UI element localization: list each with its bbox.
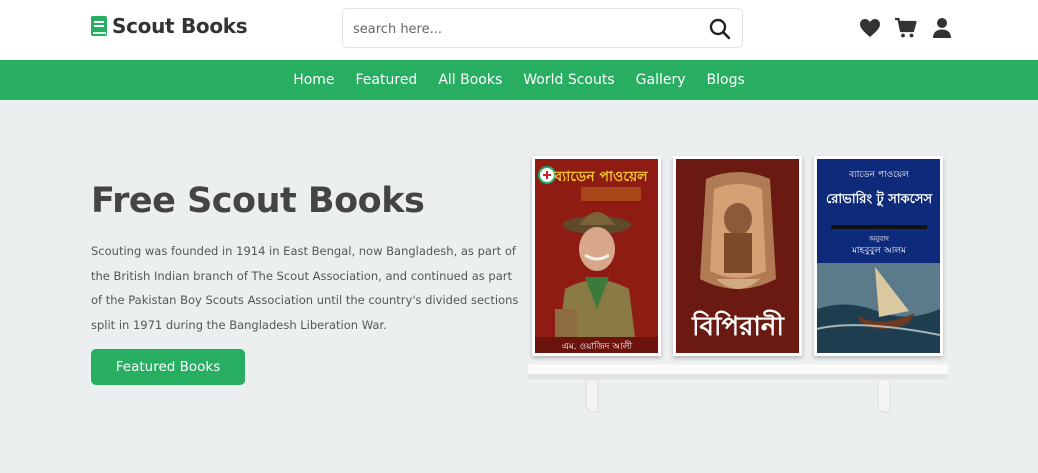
book-1-author: এম. ওয়াজিদ আলী <box>562 340 633 352</box>
nav-gallery[interactable]: Gallery <box>636 72 686 88</box>
logo[interactable]: Scout Books <box>90 14 248 38</box>
book-2-title: বিপিরানী <box>691 309 785 342</box>
search-input[interactable] <box>353 18 693 40</box>
search-icon[interactable] <box>708 17 732 41</box>
hero-title: Free Scout Books <box>91 181 425 221</box>
book-3-title: রোভারিং টু সাকসেস <box>826 190 934 207</box>
logo-text: Scout Books <box>112 14 248 38</box>
book-3-translator-label: অনুবাদ <box>868 235 889 243</box>
header-icons <box>858 16 954 40</box>
shelf-graphic <box>528 364 948 413</box>
book-cover-1[interactable]: ব্যাডেন পাওয়েল এম. ওয়াজিদ আলী <box>532 156 661 356</box>
book-3-top-line: ব্যাডেন পাওয়েল <box>848 170 909 180</box>
main-nav: Home Featured All Books World Scouts Gal… <box>0 60 1038 100</box>
nav-world-scouts[interactable]: World Scouts <box>523 72 614 88</box>
hero-description: Scouting was founded in 1914 in East Ben… <box>91 244 519 332</box>
book-shelf-display: ব্যাডেন পাওয়েল এম. ওয়াজিদ আলী বিপিরানী <box>528 150 948 420</box>
nav-featured[interactable]: Featured <box>356 72 418 88</box>
book-1-title-line1: ব্যাডেন পাওয়েল <box>553 169 648 185</box>
nav-home[interactable]: Home <box>293 72 334 88</box>
book-cover-2-art: বিপিরানী <box>676 159 799 353</box>
book-3-translator: মাহবুবুল আলম <box>851 246 907 256</box>
nav-blogs[interactable]: Blogs <box>707 72 745 88</box>
search-form <box>342 8 743 48</box>
top-header: Scout Books <box>0 0 1038 60</box>
book-cover-2[interactable]: বিপিরানী <box>673 156 802 356</box>
book-cover-1-art: ব্যাডেন পাওয়েল এম. ওয়াজিদ আলী <box>535 159 658 353</box>
featured-books-button[interactable]: Featured Books <box>91 349 245 385</box>
cart-icon[interactable] <box>894 16 918 40</box>
user-icon[interactable] <box>930 16 954 40</box>
nav-all-books[interactable]: All Books <box>438 72 502 88</box>
book-cover-3[interactable]: ব্যাডেন পাওয়েল রোভারিং টু সাকসেস অনুবাদ… <box>814 156 943 356</box>
book-icon <box>91 16 107 36</box>
book-cover-3-art: ব্যাডেন পাওয়েল রোভারিং টু সাকসেস অনুবাদ… <box>817 159 940 353</box>
heart-icon[interactable] <box>858 16 882 40</box>
